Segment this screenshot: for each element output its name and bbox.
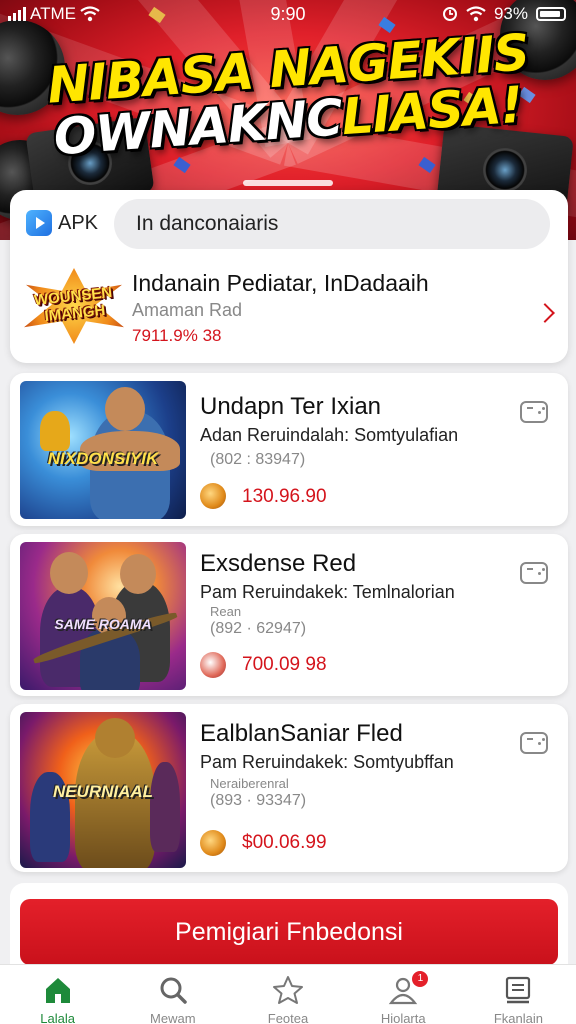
game-thumbnail-caption: NIXDONSIYIK xyxy=(47,449,159,468)
game-title[interactable]: Undapn Ter Ixian xyxy=(200,393,381,421)
game-extra: Rean xyxy=(210,604,242,619)
search-input[interactable]: In danconaiaris xyxy=(114,199,550,249)
game-thumbnail-caption: NEURNIAAL xyxy=(52,782,154,801)
tab-home[interactable]: Lalala xyxy=(0,965,115,1024)
featured-subtitle: Amaman Rad xyxy=(132,300,243,320)
sheet-drag-handle[interactable] xyxy=(243,180,333,186)
game-description: Adan Reruindalah: Somtyulafian xyxy=(200,425,459,445)
tab-label: Mewam xyxy=(150,1011,196,1024)
game-thumbnail[interactable]: SAME ROAMA xyxy=(20,542,186,690)
search-card: APK In danconaiaris WOUNSEN IMANGH Indana… xyxy=(10,190,568,363)
coin-icon xyxy=(200,483,226,509)
game-price: 130.96.90 xyxy=(242,486,327,507)
game-meta: (802 : 83947) xyxy=(210,451,306,468)
apk-badge[interactable]: APK xyxy=(26,210,98,236)
game-price: $00.06.99 xyxy=(242,832,327,853)
featured-game-logo[interactable]: WOUNSEN IMANGH xyxy=(24,268,124,344)
gamepad-icon[interactable] xyxy=(520,732,548,754)
tab-profile[interactable]: 1 Hiolarta xyxy=(346,965,461,1024)
tab-favorites[interactable]: Feotea xyxy=(230,965,345,1024)
gamepad-icon[interactable] xyxy=(520,401,548,423)
home-icon xyxy=(45,978,70,1003)
coin-icon xyxy=(200,652,226,678)
gamepad-icon[interactable] xyxy=(520,562,548,584)
tab-label: Feotea xyxy=(267,1011,309,1024)
tab-label: Hiolarta xyxy=(380,1011,426,1024)
bottom-tab-bar: Lalala Mewam Feotea 1 Hiolarta Fkanlain xyxy=(0,964,576,1024)
game-thumbnail-caption: SAME ROAMA xyxy=(54,616,152,632)
tab-list[interactable]: Fkanlain xyxy=(461,965,576,1024)
game-extra: Neraiberenral xyxy=(210,776,289,791)
battery-percent: 93% xyxy=(493,4,528,23)
cta-container: Pemigiari Fnbedonsi xyxy=(10,883,568,973)
notification-badge: 1 xyxy=(412,971,429,987)
apk-label: APK xyxy=(58,211,99,234)
game-description: Pam Reruindakek: Somtyubffan xyxy=(200,752,454,772)
game-title[interactable]: EalblanSaniar Fled xyxy=(200,720,403,748)
game-price: 700.09 98 xyxy=(242,654,327,675)
battery-icon xyxy=(536,7,566,21)
star-icon xyxy=(273,976,303,1004)
game-meta: (892 · 62947) xyxy=(210,620,307,637)
tab-label: Lalala xyxy=(40,1011,75,1024)
alarm-icon xyxy=(442,7,457,21)
game-card[interactable]: NEURNIAAL EalblanSaniar Fled Pam Reruind… xyxy=(10,704,568,872)
game-description: Pam Reruindakek: Temlnalorian xyxy=(200,582,455,602)
status-bar: ATME 9:90 93% xyxy=(0,0,576,30)
coin-icon xyxy=(200,830,226,856)
wifi-icon xyxy=(466,6,486,22)
game-meta: (893 · 93347) xyxy=(210,792,307,809)
featured-title[interactable]: Indanain Pediatar, InDadaaih xyxy=(132,270,429,297)
list-icon xyxy=(506,976,531,1004)
tab-label: Fkanlain xyxy=(493,1011,543,1024)
chevron-right-icon[interactable] xyxy=(535,303,555,323)
game-thumbnail[interactable]: NIXDONSIYIK xyxy=(20,381,186,519)
search-icon xyxy=(160,977,187,1004)
game-title[interactable]: Exsdense Red xyxy=(200,550,356,578)
tab-search[interactable]: Mewam xyxy=(115,965,230,1024)
game-thumbnail[interactable]: NEURNIAAL xyxy=(20,712,186,868)
featured-price: 7911.9% 38 xyxy=(132,326,222,345)
primary-cta-button[interactable]: Pemigiari Fnbedonsi xyxy=(20,899,558,965)
apk-logo-icon xyxy=(26,210,52,236)
game-card[interactable]: SAME ROAMA Exsdense Red Pam Reruindakek:… xyxy=(10,534,568,696)
game-card[interactable]: NIXDONSIYIK Undapn Ter Ixian Adan Reruin… xyxy=(10,373,568,526)
